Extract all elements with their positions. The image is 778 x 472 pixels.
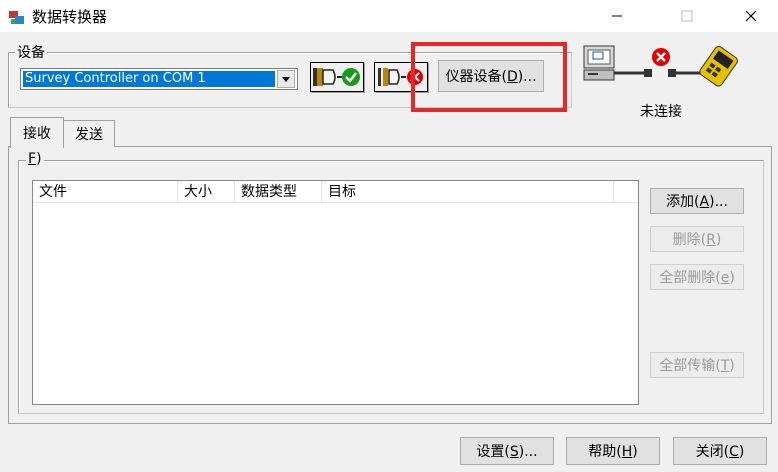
help-button[interactable]: 帮助(H) xyxy=(566,437,660,465)
remove-suffix: ) xyxy=(715,232,722,248)
remove-button[interactable]: 删除(R) xyxy=(650,226,744,252)
close-text: 关闭( xyxy=(695,444,730,460)
remove-all-suffix: ) xyxy=(729,270,735,286)
computer-icon xyxy=(583,45,615,81)
remove-all-button[interactable]: 全部删除(e) xyxy=(650,264,744,290)
settings-button[interactable]: 设置(S)... xyxy=(460,437,554,465)
dropdown-button[interactable] xyxy=(277,70,295,88)
tab-send[interactable]: 发送 xyxy=(63,120,115,147)
connection-status-text: 未连接 xyxy=(640,104,682,120)
column-header-file[interactable]: 文件 xyxy=(33,181,178,203)
column-header-filler xyxy=(614,181,638,203)
connection-status-graphic xyxy=(583,45,738,87)
remove-label: 删除(R) xyxy=(673,229,722,249)
help-text: 帮助( xyxy=(588,444,622,460)
settings-label: 设置(S)... xyxy=(476,441,537,461)
settings-text: 设置( xyxy=(476,444,510,460)
close-window-button[interactable] xyxy=(728,0,774,32)
files-group-mnemonic: F xyxy=(28,151,37,167)
column-header-data-type[interactable]: 数据类型 xyxy=(235,181,322,203)
add-label: 添加(A)... xyxy=(666,191,728,211)
transfer-all-label: 全部传输(T) xyxy=(659,355,735,375)
files-group-suffix: ) xyxy=(36,151,42,167)
close-suffix: ) xyxy=(738,444,745,460)
add-suffix: )... xyxy=(709,194,728,210)
add-mnemonic: A xyxy=(699,194,710,210)
column-header-destination[interactable]: 目标 xyxy=(322,181,614,203)
close-label: 关闭(C) xyxy=(696,441,745,461)
add-text: 添加( xyxy=(666,194,700,210)
close-icon xyxy=(745,10,757,22)
settings-mnemonic: S xyxy=(509,444,519,460)
remove-mnemonic: R xyxy=(706,232,716,248)
tab-receive[interactable]: 接收 xyxy=(10,117,64,148)
maximize-button[interactable] xyxy=(664,0,710,32)
transfer-all-text: 全部传输( xyxy=(659,358,721,374)
maximize-icon xyxy=(681,10,693,22)
help-suffix: ) xyxy=(632,444,638,460)
column-header-size[interactable]: 大小 xyxy=(178,181,235,203)
files-group-label: F) xyxy=(26,151,44,167)
transfer-all-button[interactable]: 全部传输(T) xyxy=(650,352,744,378)
device-select-value: Survey Controller on COM 1 xyxy=(23,71,275,87)
transfer-all-suffix: ) xyxy=(729,358,735,374)
files-list[interactable]: 文件 大小 数据类型 目标 xyxy=(32,180,639,405)
transfer-all-mnemonic: T xyxy=(720,358,730,374)
add-button[interactable]: 添加(A)... xyxy=(650,188,744,214)
chevron-down-icon xyxy=(282,76,290,82)
broken-link-red-x-icon xyxy=(652,48,670,66)
title-bar xyxy=(0,0,778,32)
app-icon xyxy=(9,11,24,24)
close-mnemonic: C xyxy=(729,444,739,460)
minimize-button[interactable] xyxy=(594,0,640,32)
help-mnemonic: H xyxy=(621,444,633,460)
device-select[interactable]: Survey Controller on COM 1 xyxy=(20,68,298,90)
handheld-controller-icon xyxy=(699,45,738,87)
window-title: 数据转换器 xyxy=(32,8,108,26)
close-button[interactable]: 关闭(C) xyxy=(673,437,767,465)
remove-all-text: 全部删除( xyxy=(659,270,721,286)
highlight-box xyxy=(411,42,567,112)
connect-green-check-icon xyxy=(313,68,360,86)
connect-button[interactable] xyxy=(310,62,364,92)
device-group-label: 设备 xyxy=(15,42,47,62)
remove-text: 删除( xyxy=(672,232,707,248)
minimize-icon xyxy=(612,15,622,17)
settings-suffix: )... xyxy=(518,444,538,460)
remove-all-label: 全部删除(e) xyxy=(659,267,735,287)
help-label: 帮助(H) xyxy=(588,441,637,461)
